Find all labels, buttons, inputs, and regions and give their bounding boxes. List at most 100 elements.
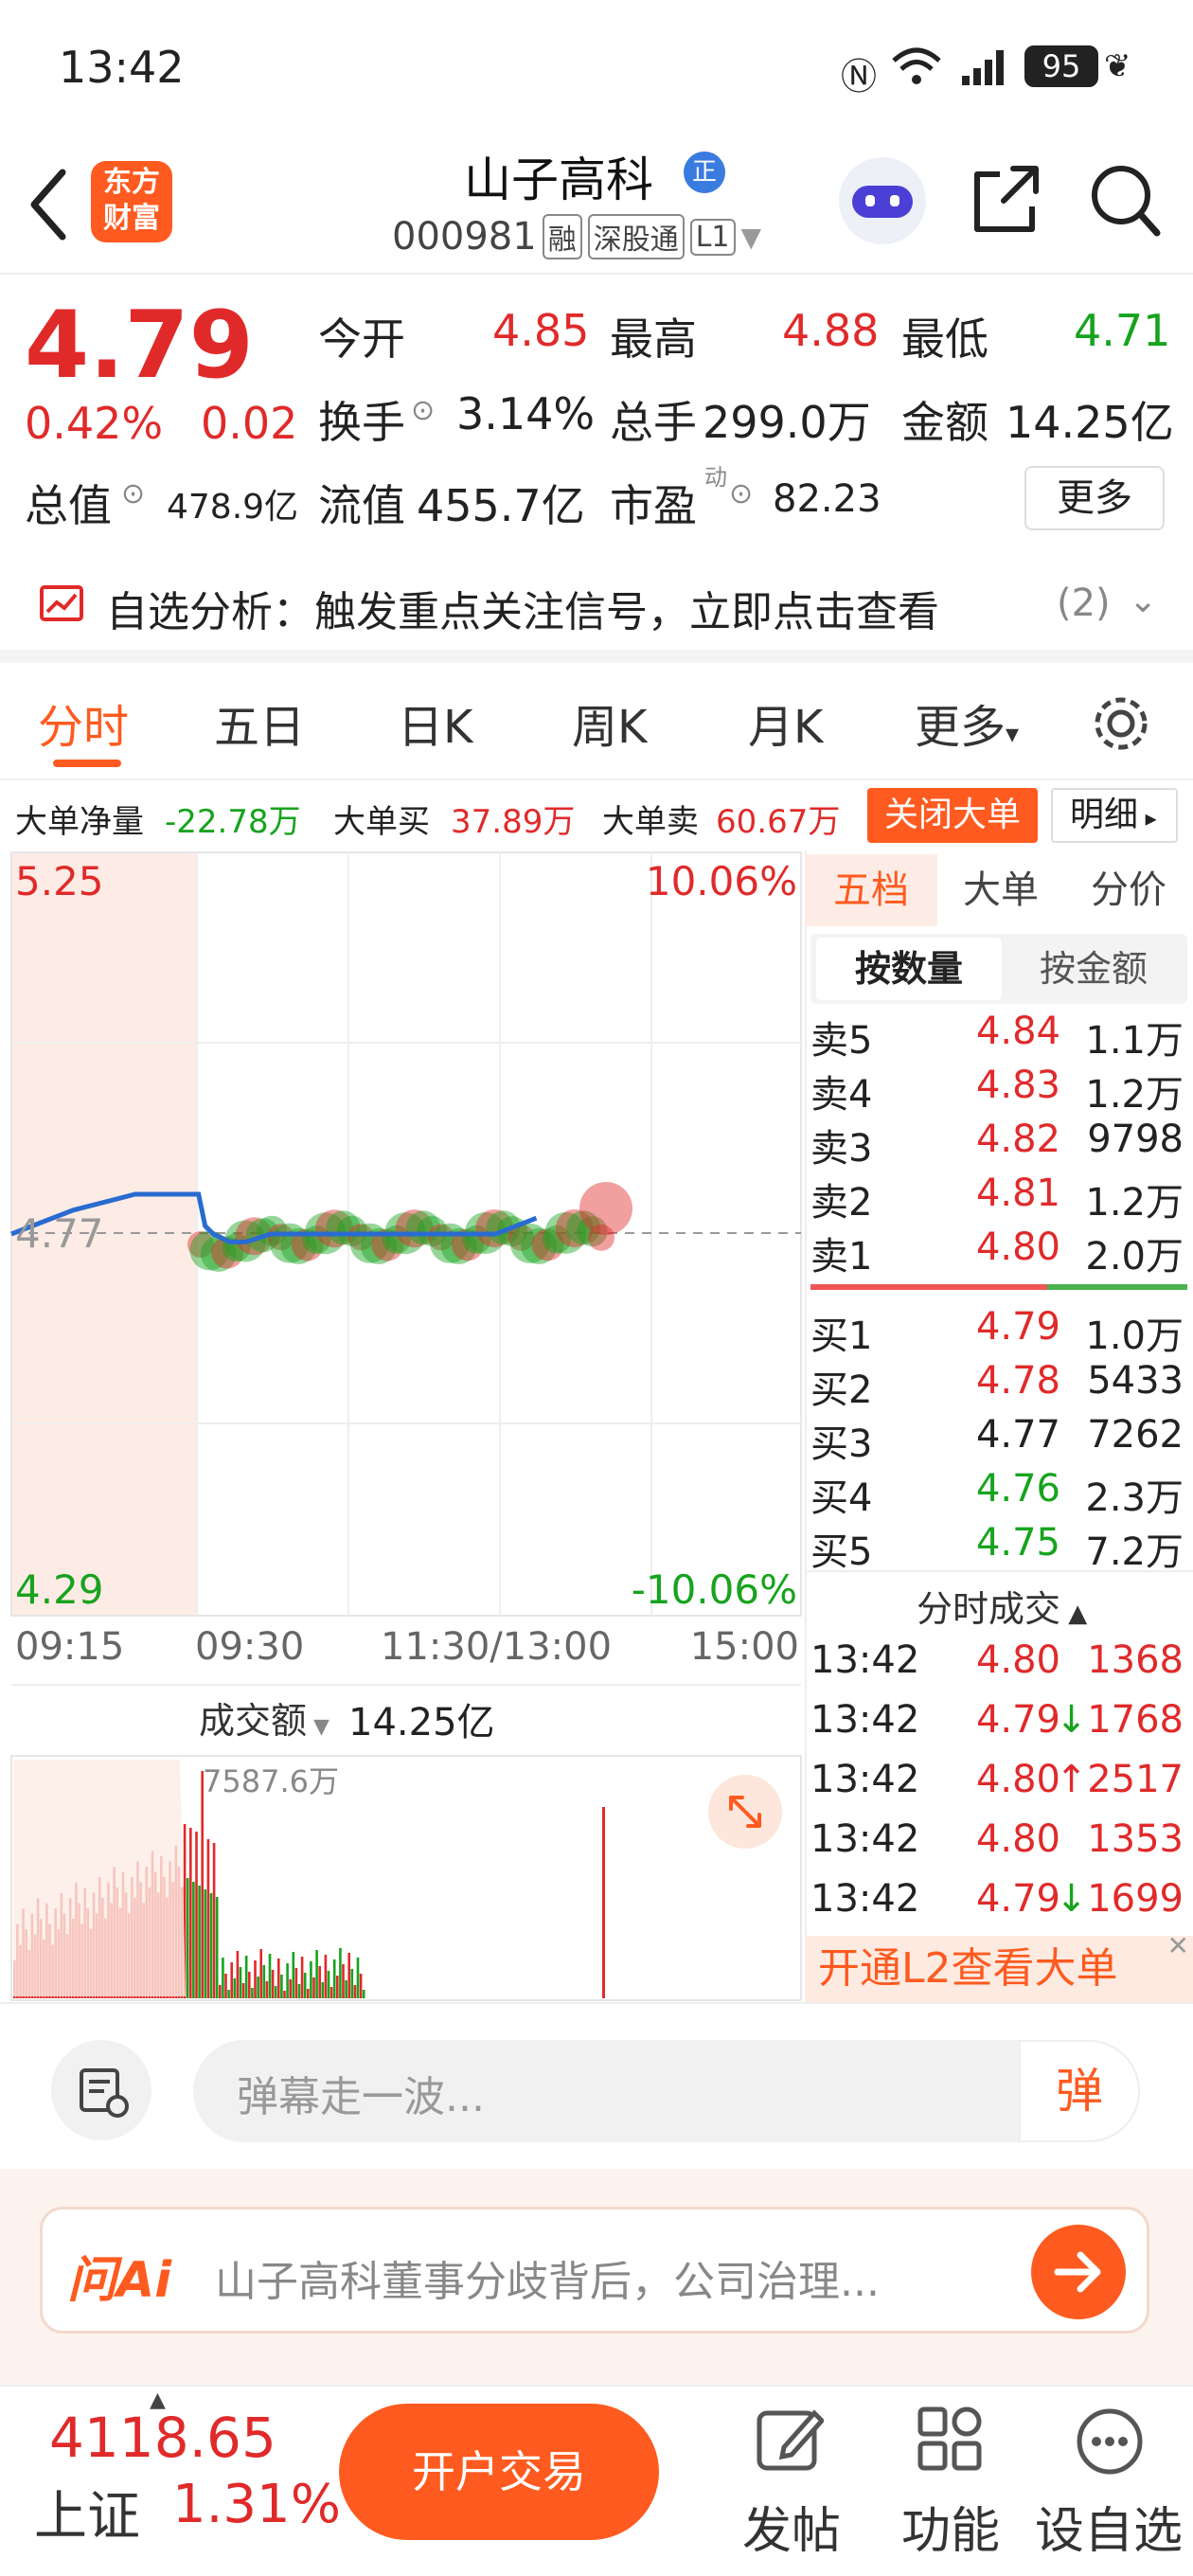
trades-title[interactable]: 分时成交 ▲ xyxy=(917,1580,1087,1632)
stock-code-row: 000981 融 深股通 L1 ▼ xyxy=(392,214,761,259)
function-button[interactable]: 功能 xyxy=(894,2396,1007,2572)
volume-bar xyxy=(265,1981,269,1998)
ask-row[interactable]: 卖2 4.81 1.2万 xyxy=(805,1168,1193,1225)
current-price: 4.79 xyxy=(25,292,254,400)
bid-row[interactable]: 买3 4.77 7262 xyxy=(805,1409,1193,1466)
robot-assistant-icon[interactable] xyxy=(839,157,926,244)
post-button[interactable]: 发帖 xyxy=(735,2396,848,2572)
info-icon[interactable]: ⊙ xyxy=(411,394,435,427)
index-value[interactable]: 4118.65 xyxy=(49,2406,276,2470)
settings-gear-icon[interactable] xyxy=(1089,691,1153,756)
detail-button[interactable]: 明细 ▸ xyxy=(1051,788,1178,843)
info-icon[interactable]: ⊙ xyxy=(121,477,145,510)
latest-price-bubble xyxy=(579,1182,632,1235)
trades-title-label: 分时成交 xyxy=(917,1588,1061,1630)
more-button[interactable]: 更多 xyxy=(1024,466,1165,530)
ask-price: 4.84 xyxy=(975,1010,1060,1053)
expand-icon[interactable] xyxy=(708,1775,782,1849)
open-account-trade-button[interactable]: 开户交易 xyxy=(339,2404,659,2540)
stock-name: 山子高科 xyxy=(464,152,653,207)
trade-price: 4.80 xyxy=(975,1758,1060,1801)
chevron-down-icon[interactable]: ⌄ xyxy=(1129,581,1157,620)
tab-intraday[interactable]: 分时 xyxy=(38,689,129,756)
ask-row[interactable]: 卖1 4.80 2.0万 xyxy=(805,1222,1193,1279)
danmu-send-button[interactable]: 弹 xyxy=(1019,2040,1140,2142)
pe-label: 市盈 xyxy=(610,480,697,531)
tab-daily-k[interactable]: 日K xyxy=(398,689,472,756)
arrow-right-icon[interactable] xyxy=(1031,2225,1126,2319)
ai-question-card[interactable]: 问Ai 山子高科董事分歧背后，公司治理... xyxy=(40,2207,1149,2334)
trade-time: 13:42 xyxy=(810,1817,920,1861)
float-cap-label: 流值 xyxy=(318,480,405,531)
index-name[interactable]: 上证 xyxy=(34,2474,140,2550)
volume-selector[interactable]: 成交额 ▼ xyxy=(199,1691,329,1744)
big-sell-value: 60.67万 xyxy=(716,803,841,841)
axis-price-top: 5.25 xyxy=(15,858,104,904)
intraday-chart-svg[interactable] xyxy=(0,850,805,2002)
pre-market-volume-shade xyxy=(13,1760,186,1996)
tab-big-order[interactable]: 大单 xyxy=(939,854,1062,926)
big-buy-label: 大单买 xyxy=(333,803,430,841)
volume-bar xyxy=(195,1832,198,1998)
index-change[interactable]: 1.31% xyxy=(172,2474,341,2535)
volume-bar xyxy=(356,1958,360,1998)
bid-price: 4.78 xyxy=(975,1359,1060,1403)
share-icon[interactable] xyxy=(971,161,1043,237)
close-icon[interactable]: ✕ xyxy=(1167,1930,1189,1961)
ai-question-text: 山子高科董事分歧背后，公司治理... xyxy=(215,2258,880,2306)
info-icon[interactable]: ⊙ xyxy=(729,477,753,510)
volume-bar xyxy=(192,1882,195,1998)
ask-row[interactable]: 卖4 4.83 1.2万 xyxy=(805,1060,1193,1117)
ask-row[interactable]: 卖3 4.82 9798 xyxy=(805,1114,1193,1171)
search-icon[interactable] xyxy=(1087,161,1163,241)
bid-row[interactable]: 买5 4.75 7.2万 xyxy=(805,1517,1193,1574)
tab-price-distribution[interactable]: 分价 xyxy=(1064,854,1193,926)
change-amount: 0.02 xyxy=(201,398,298,449)
danmu-input[interactable]: 弹幕走一波... 弹 xyxy=(193,2040,1140,2142)
tab-by-amount[interactable]: 按金额 xyxy=(1004,938,1184,1000)
chart-analysis-icon xyxy=(40,585,83,621)
trade-row: 13:42 4.80 1353 xyxy=(805,1812,1193,1870)
big-order-bar: 大单净量 -22.78万 大单买 37.89万 大单卖 60.67万 关闭大单 … xyxy=(0,780,1193,850)
bid-volume: 5433 xyxy=(1087,1359,1184,1403)
battery-level: 95 xyxy=(1042,48,1081,84)
watchlist-analysis-banner[interactable]: 自选分析：触发重点关注信号，立即点击查看 (2) ⌄ xyxy=(0,542,1193,663)
tag-shenzhen-connect: 深股通 xyxy=(587,214,685,259)
trade-direction: ↓ xyxy=(1055,1698,1088,1742)
edit-post-icon xyxy=(757,2409,824,2471)
tab-more[interactable]: 更多▾ xyxy=(915,689,1019,756)
l2-upgrade-banner[interactable]: 开通L2查看大单 xyxy=(805,1936,1193,2002)
trade-direction: ↑ xyxy=(1055,1758,1088,1801)
big-sell-label: 大单卖 xyxy=(602,803,699,841)
bid-row[interactable]: 买4 4.76 2.3万 xyxy=(805,1463,1193,1520)
trade-time: 13:42 xyxy=(810,1638,920,1682)
tab-weekly-k[interactable]: 周K xyxy=(572,689,647,756)
axis-price-mid: 4.77 xyxy=(15,1210,104,1257)
tab-by-quantity[interactable]: 按数量 xyxy=(816,938,1002,1000)
volume-bar xyxy=(259,1949,262,1998)
trade-volume-value: 1368 xyxy=(1087,1638,1184,1682)
back-icon[interactable] xyxy=(25,167,72,242)
volume-bar xyxy=(297,1984,301,1998)
ask-row[interactable]: 卖5 4.84 1.1万 xyxy=(805,1006,1193,1063)
volume-bar xyxy=(233,1978,237,1998)
chevron-down-icon[interactable]: ▼ xyxy=(741,222,762,253)
trade-time: 13:42 xyxy=(810,1877,920,1921)
open-label: 今开 xyxy=(318,313,405,365)
trade-row: 13:42 4.80 ↑2517 xyxy=(805,1752,1193,1811)
period-tabs: 分时 五日 日K 周K 月K 更多▾ xyxy=(0,663,1193,780)
close-big-order-button[interactable]: 关闭大单 xyxy=(867,788,1038,843)
tab-monthly-k[interactable]: 月K xyxy=(748,689,823,756)
trade-direction: ↓ xyxy=(1055,1877,1088,1921)
volume-bar xyxy=(236,1951,240,1998)
bid-row[interactable]: 买2 4.78 5433 xyxy=(805,1355,1193,1412)
verified-badge: 正 xyxy=(684,152,725,193)
tab-five-level[interactable]: 五档 xyxy=(805,854,937,926)
tab-five-day[interactable]: 五日 xyxy=(214,689,305,756)
bid-row[interactable]: 买1 4.79 1.0万 xyxy=(805,1301,1193,1358)
trade-volume: ↓1768 xyxy=(1056,1698,1184,1742)
signal-icon xyxy=(962,50,1004,85)
add-watchlist-button[interactable]: 设自选 xyxy=(1028,2396,1189,2572)
danmu-settings-icon[interactable] xyxy=(51,2040,151,2140)
bid-volume: 7.2万 xyxy=(1085,1530,1184,1574)
